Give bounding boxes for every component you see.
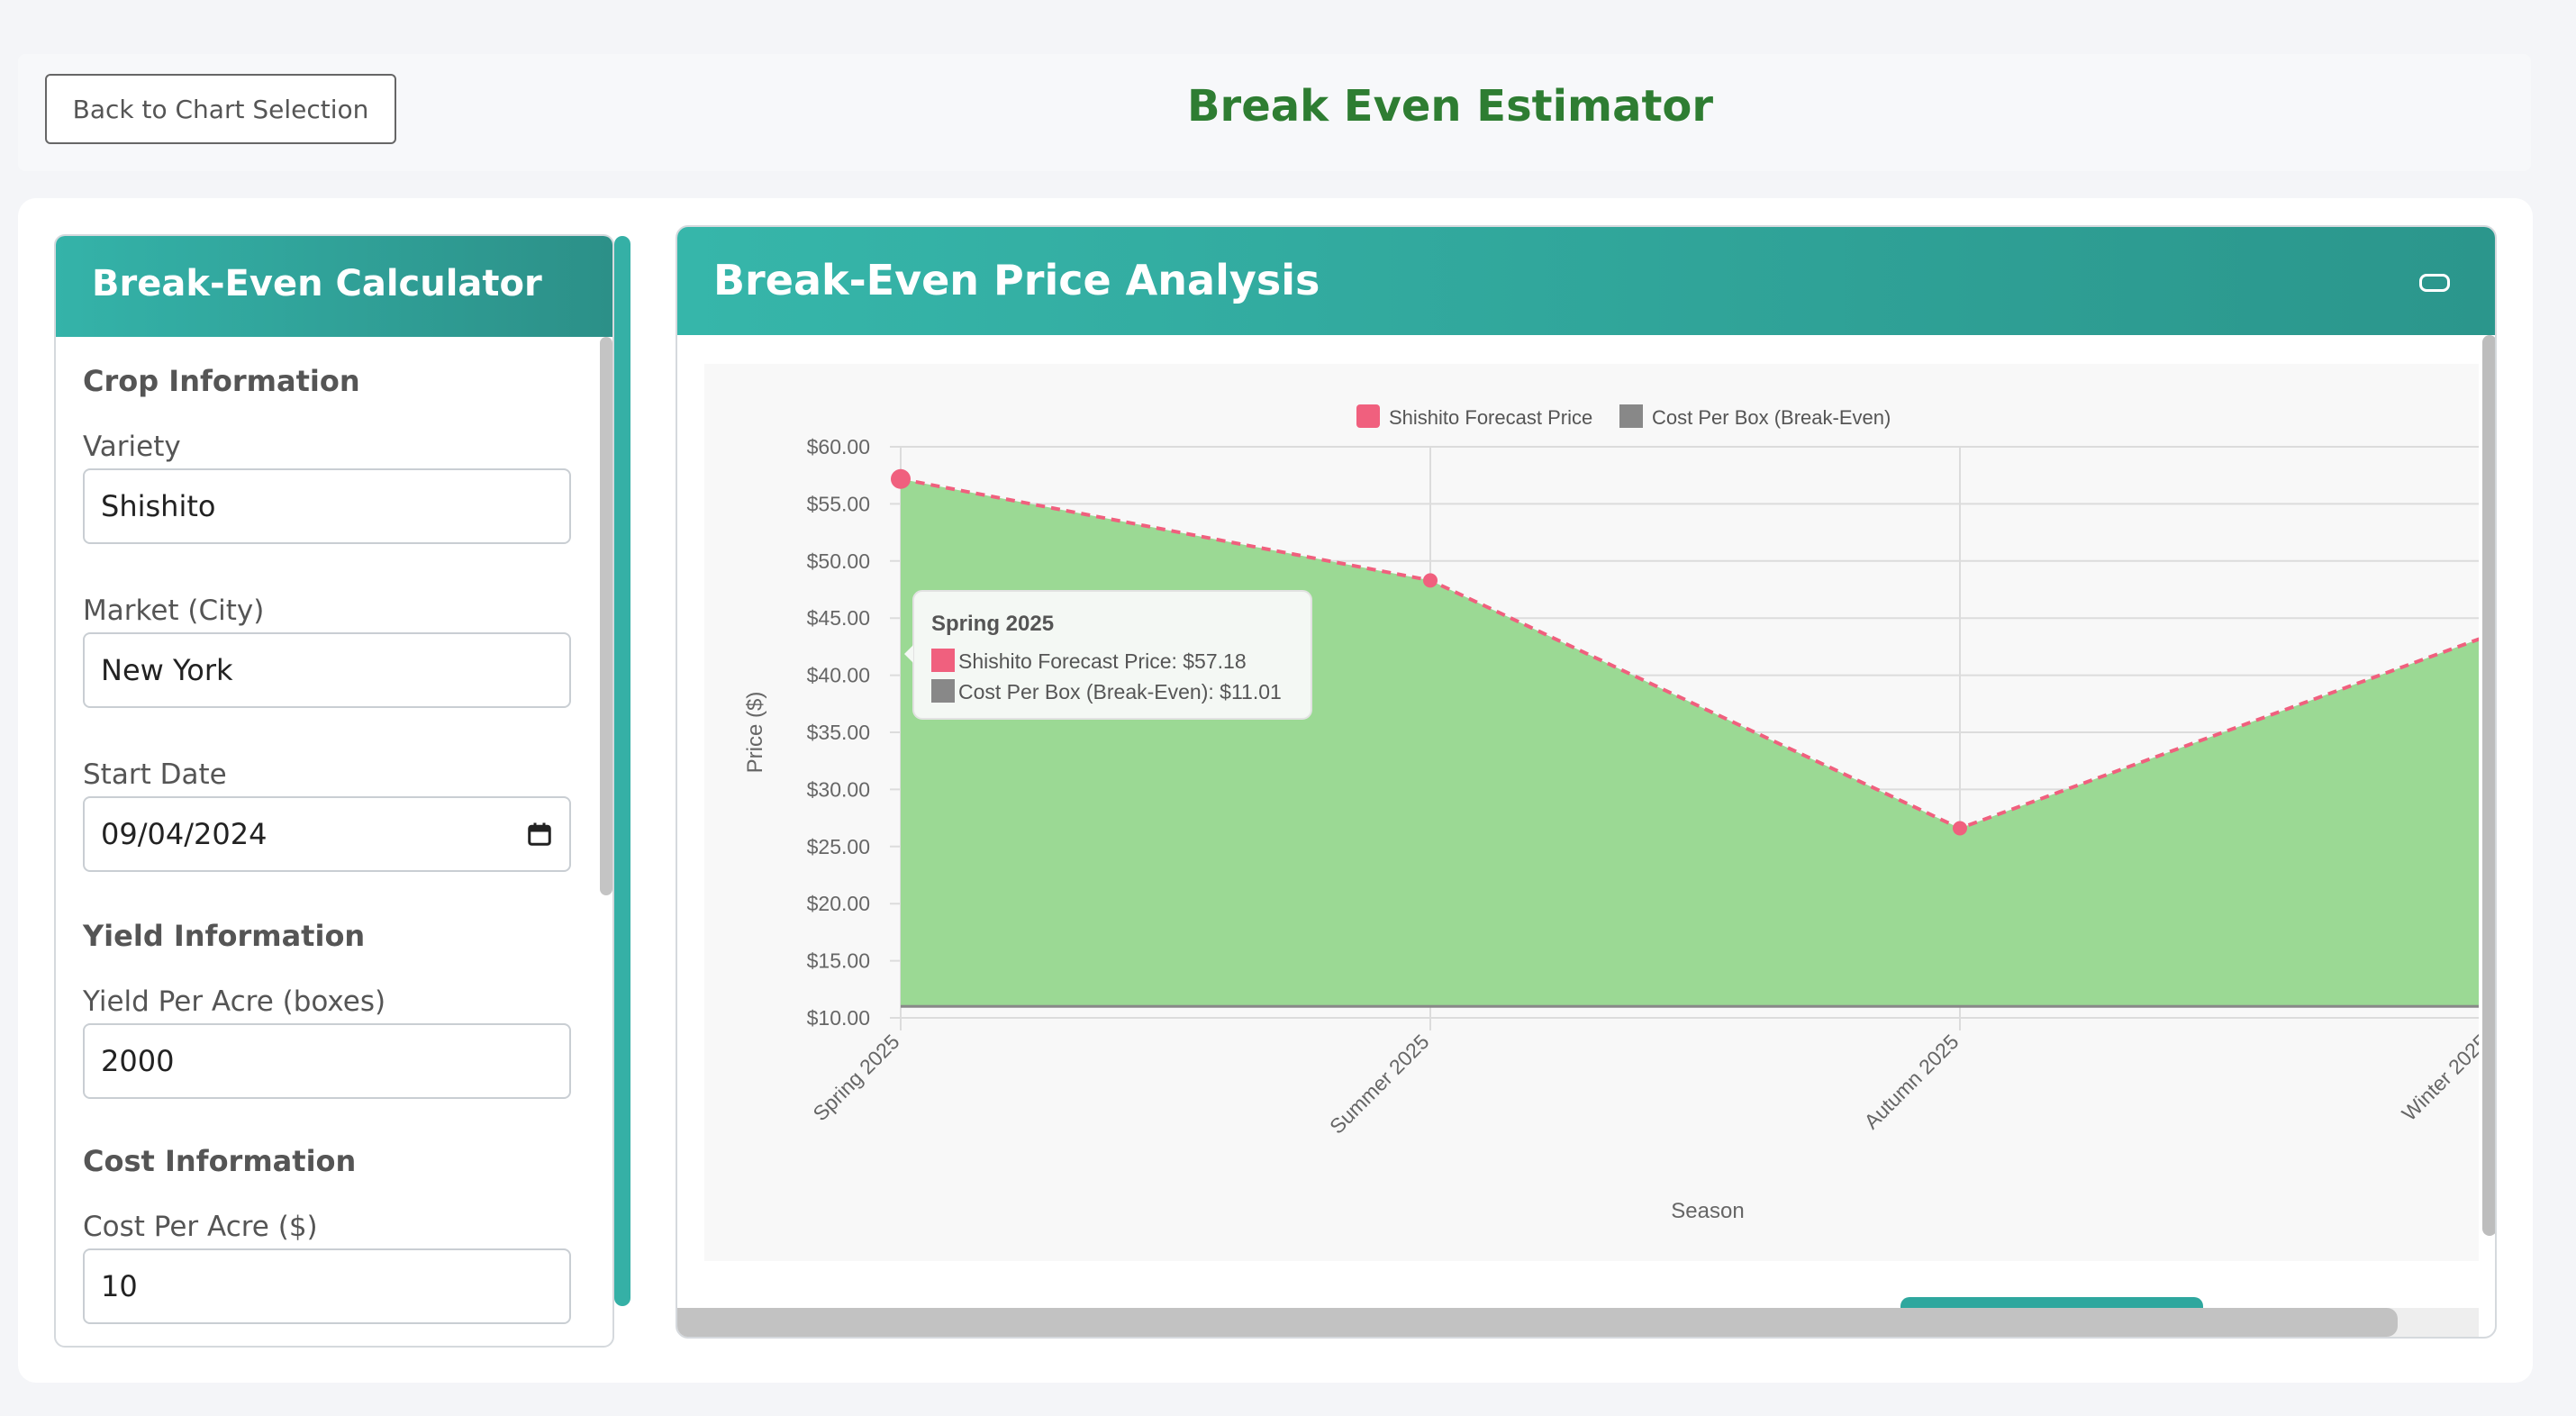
forecast-point — [1423, 573, 1438, 588]
x-axis-title: Season — [1671, 1199, 1744, 1223]
market-label: Market (City) — [83, 595, 265, 627]
y-tick-label: $25.00 — [807, 835, 870, 858]
variety-label: Variety — [83, 431, 181, 463]
y-axis-title: Price ($) — [743, 692, 767, 774]
page-title: Break Even Estimator — [1186, 81, 1714, 132]
y-tick-label: $35.00 — [807, 721, 870, 744]
crop-information-heading: Crop Information — [83, 364, 360, 398]
cost-information-heading: Cost Information — [83, 1144, 357, 1178]
tooltip-swatch-forecast — [931, 649, 955, 672]
tooltip-title: Spring 2025 — [931, 612, 1054, 636]
y-tick-label: $15.00 — [807, 949, 870, 973]
x-tick-label: Autumn 2025 — [1859, 1030, 1963, 1133]
start-date-input[interactable]: 09/04/2024 — [83, 796, 571, 872]
panel-divider-handle[interactable] — [614, 236, 630, 1306]
back-to-chart-selection-button[interactable]: Back to Chart Selection — [45, 74, 396, 144]
break-even-calculator-panel: Break-Even Calculator — [54, 234, 614, 1348]
legend-label-break-even: Cost Per Box (Break-Even) — [1652, 406, 1891, 429]
chart-card-title: Break-Even Price Analysis — [713, 256, 1320, 304]
calculator-scrollbar[interactable] — [600, 337, 612, 895]
tooltip-line-forecast: Shishito Forecast Price: $57.18 — [958, 649, 1247, 673]
yield-per-acre-value: 2000 — [101, 1044, 175, 1078]
break-even-analysis-card: Break-Even Price Analysis $10.00 $15.00 $2… — [676, 225, 2497, 1339]
yield-per-acre-label: Yield Per Acre (boxes) — [83, 985, 386, 1018]
minimize-icon[interactable] — [2419, 274, 2450, 292]
cost-per-acre-label: Cost Per Acre ($) — [83, 1211, 318, 1243]
profit-area — [901, 478, 2490, 1007]
variety-input[interactable]: Shishito — [83, 468, 571, 544]
y-tick-label: $55.00 — [807, 492, 870, 515]
calendar-icon[interactable] — [526, 821, 553, 848]
y-tick-label: $30.00 — [807, 777, 870, 801]
x-tick-label: Winter 2025 — [2397, 1030, 2479, 1125]
forecast-point — [1953, 821, 1967, 836]
start-date-label: Start Date — [83, 758, 227, 791]
y-tick-label: $60.00 — [807, 435, 870, 458]
yield-per-acre-input[interactable]: 2000 — [83, 1023, 571, 1099]
variety-value: Shishito — [101, 489, 216, 523]
y-tick-label: $10.00 — [807, 1006, 870, 1030]
break-even-chart: $10.00 $15.00 $20.00 $25.00 $30.00 $35.00 $40.… — [743, 404, 2495, 1223]
market-input[interactable]: New York — [83, 632, 571, 708]
tooltip-swatch-break-even — [931, 679, 955, 703]
start-date-value: 09/04/2024 — [101, 817, 268, 851]
chart-horizontal-scrollbar[interactable] — [677, 1308, 2398, 1337]
yield-information-heading: Yield Information — [83, 919, 366, 953]
tooltip-line-break-even: Cost Per Box (Break-Even): $11.01 — [958, 680, 1282, 703]
chart-area: $10.00 $15.00 $20.00 $25.00 $30.00 $35.00 $40.… — [704, 364, 2495, 1261]
calculator-title: Break-Even Calculator — [56, 236, 612, 337]
y-tick-label: $50.00 — [807, 549, 870, 573]
y-tick-label: $20.00 — [807, 892, 870, 915]
cost-per-acre-input[interactable]: 10 — [83, 1248, 571, 1324]
legend-swatch-forecast — [1356, 404, 1380, 428]
x-tick-label: Summer 2025 — [1325, 1030, 1434, 1139]
market-value: New York — [101, 653, 233, 687]
chart-card-header: Break-Even Price Analysis — [677, 227, 2495, 335]
legend-swatch-break-even — [1619, 404, 1643, 428]
x-tick-label: Spring 2025 — [808, 1030, 903, 1125]
y-tick-label: $40.00 — [807, 664, 870, 687]
chart-vertical-scrollbar[interactable] — [2482, 335, 2495, 1236]
y-tick-label: $45.00 — [807, 606, 870, 630]
cost-per-acre-value: 10 — [101, 1269, 138, 1303]
legend-label-forecast: Shishito Forecast Price — [1389, 406, 1592, 429]
forecast-point — [891, 468, 911, 489]
